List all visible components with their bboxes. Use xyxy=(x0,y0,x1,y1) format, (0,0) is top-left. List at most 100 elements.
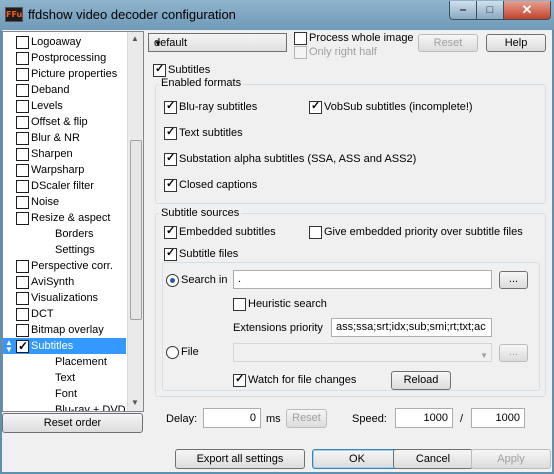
watch-changes-label: Watch for file changes xyxy=(248,374,357,386)
tree-item-checkbox[interactable] xyxy=(16,52,29,65)
browse-folder-button[interactable]: ... xyxy=(499,271,528,289)
bluray-checkbox[interactable]: ✓ xyxy=(164,100,177,114)
delay-input[interactable]: 0 xyxy=(203,408,261,428)
tree-scrollbar[interactable]: ▲ ▼ xyxy=(127,32,143,411)
only-right-half-checkbox[interactable] xyxy=(294,46,307,59)
tree-item-checkbox[interactable] xyxy=(16,164,29,177)
speed-base-input[interactable]: 1000 xyxy=(471,408,525,428)
scroll-up-icon[interactable]: ▲ xyxy=(131,34,139,43)
process-whole-image-label: Process whole image xyxy=(309,32,414,44)
tree-item-checkbox[interactable] xyxy=(16,36,29,49)
tree-item-checkbox[interactable] xyxy=(16,116,29,129)
subtitle-files-checkbox[interactable]: ✓ xyxy=(164,247,177,261)
window-title: ffdshow video decoder configuration xyxy=(28,7,236,22)
maximize-button[interactable]: □ xyxy=(476,1,504,20)
tree-item-label: Blur & NR xyxy=(31,132,80,144)
tree-item-checkbox[interactable] xyxy=(16,84,29,97)
tree-item-label: DCT xyxy=(31,308,54,320)
tree-item-checkbox[interactable] xyxy=(16,276,29,289)
speed-separator: / xyxy=(460,413,464,425)
vobsub-checkbox[interactable]: ✓ xyxy=(309,100,322,114)
embedded-priority-label: Give embedded priority over subtitle fil… xyxy=(324,226,523,238)
tree-item-label: Warpsharp xyxy=(31,164,85,176)
minimize-button[interactable]: ‒ xyxy=(449,1,477,20)
dialog-client: Logoaway Postprocessing Picture properties… xyxy=(2,30,552,472)
closed-captions-checkbox[interactable]: ✓ xyxy=(164,178,177,192)
tree-item-checkbox[interactable]: ✓ xyxy=(16,339,29,353)
delay-reset-button[interactable]: Reset xyxy=(286,409,327,428)
reset-order-button[interactable]: Reset order xyxy=(2,413,143,433)
title-bar[interactable]: FFu ffdshow video decoder configuration … xyxy=(0,0,554,30)
tree-item-label: Borders xyxy=(55,228,94,240)
export-settings-button[interactable]: Export all settings xyxy=(175,449,305,469)
tree-item-label: AviSynth xyxy=(31,276,75,288)
file-radio[interactable] xyxy=(166,346,179,359)
close-icon: ✕ xyxy=(521,2,533,17)
closed-captions-label: Closed captions xyxy=(179,179,258,191)
tree-item-label: Font xyxy=(55,388,78,400)
browse-file-button[interactable]: ... xyxy=(499,344,528,362)
preset-select[interactable]: default ▼ xyxy=(148,33,287,52)
heuristic-search-checkbox[interactable] xyxy=(233,298,246,311)
enabled-formats-title: Enabled formats xyxy=(159,77,244,89)
tree-item-label: Perspective corr. xyxy=(31,260,113,272)
tree-item-label: Postprocessing xyxy=(31,52,107,64)
subtitles-enable-checkbox[interactable]: ✓ xyxy=(153,63,166,77)
delay-unit: ms xyxy=(266,413,281,425)
embedded-subtitles-label: Embedded subtitles xyxy=(179,226,276,238)
ok-button[interactable]: OK xyxy=(312,449,402,469)
filter-tree[interactable]: Logoaway Postprocessing Picture properties… xyxy=(2,31,144,412)
tree-item-checkbox[interactable] xyxy=(16,68,29,81)
tree-item-label: Offset & flip xyxy=(31,116,88,128)
tree-item-checkbox[interactable] xyxy=(16,100,29,113)
apply-button[interactable]: Apply xyxy=(471,449,551,469)
tree-item-label: Placement xyxy=(55,356,107,368)
tree-item[interactable]: ▲ ▼ ✓ Subtitles xyxy=(3,338,126,354)
help-button[interactable]: Help xyxy=(486,34,546,52)
search-path-input[interactable]: . xyxy=(233,270,492,289)
reload-button[interactable]: Reload xyxy=(391,371,451,390)
only-right-half-label: Only right half xyxy=(309,46,377,58)
embedded-priority-checkbox[interactable] xyxy=(309,226,322,239)
tree-item-checkbox[interactable] xyxy=(16,292,29,305)
tree-item-checkbox[interactable] xyxy=(16,180,29,193)
scrollbar-thumb[interactable] xyxy=(130,140,142,320)
subtitles-enable-label: Subtitles xyxy=(168,64,211,76)
embedded-subtitles-checkbox[interactable]: ✓ xyxy=(164,225,177,239)
scroll-down-icon[interactable]: ▼ xyxy=(131,398,139,407)
tree-item-checkbox[interactable] xyxy=(16,324,29,337)
watch-changes-checkbox[interactable]: ✓ xyxy=(233,373,246,387)
tree-item-label: Blu-ray + DVD xyxy=(55,404,126,412)
text-subtitles-checkbox[interactable]: ✓ xyxy=(164,126,177,140)
extensions-priority-input[interactable]: ass;ssa;srt;idx;sub;smi;rt;txt;ac xyxy=(331,318,492,337)
tree-item-label: Noise xyxy=(31,196,60,208)
tree-item-checkbox[interactable] xyxy=(16,132,29,145)
tree-item-label: Levels xyxy=(31,100,63,112)
tree-item-checkbox[interactable] xyxy=(16,196,29,209)
heuristic-search-label: Heuristic search xyxy=(248,298,327,310)
extensions-priority-label: Extensions priority xyxy=(233,322,323,334)
tree-item-label: Picture properties xyxy=(31,68,118,80)
tree-item-label: Sharpen xyxy=(31,148,73,160)
close-button[interactable]: ✕ xyxy=(503,1,551,20)
reorder-arrows-icon[interactable]: ▲ ▼ xyxy=(5,339,13,354)
tree-item-checkbox[interactable] xyxy=(16,212,29,225)
cancel-button[interactable]: Cancel xyxy=(393,449,473,469)
tree-item-label: Deband xyxy=(31,84,70,96)
search-in-radio[interactable] xyxy=(166,274,179,287)
tree-item-checkbox[interactable] xyxy=(16,148,29,161)
tree-item-label: Resize & aspect xyxy=(31,212,111,224)
tree-item-checkbox[interactable] xyxy=(16,260,29,273)
process-whole-image-checkbox[interactable] xyxy=(294,32,307,45)
reset-button[interactable]: Reset xyxy=(418,34,478,52)
tree-item-checkbox[interactable] xyxy=(16,308,29,321)
speed-label: Speed: xyxy=(352,413,387,425)
search-in-label: Search in xyxy=(181,274,228,286)
ssa-checkbox[interactable]: ✓ xyxy=(164,152,177,166)
tree-item-label: Bitmap overlay xyxy=(31,324,104,336)
text-subtitles-label: Text subtitles xyxy=(179,127,243,139)
file-label: File xyxy=(181,346,199,358)
tree-item-label: DScaler filter xyxy=(31,180,94,192)
speed-input[interactable]: 1000 xyxy=(395,408,453,428)
file-select[interactable]: ▼ xyxy=(233,343,492,362)
